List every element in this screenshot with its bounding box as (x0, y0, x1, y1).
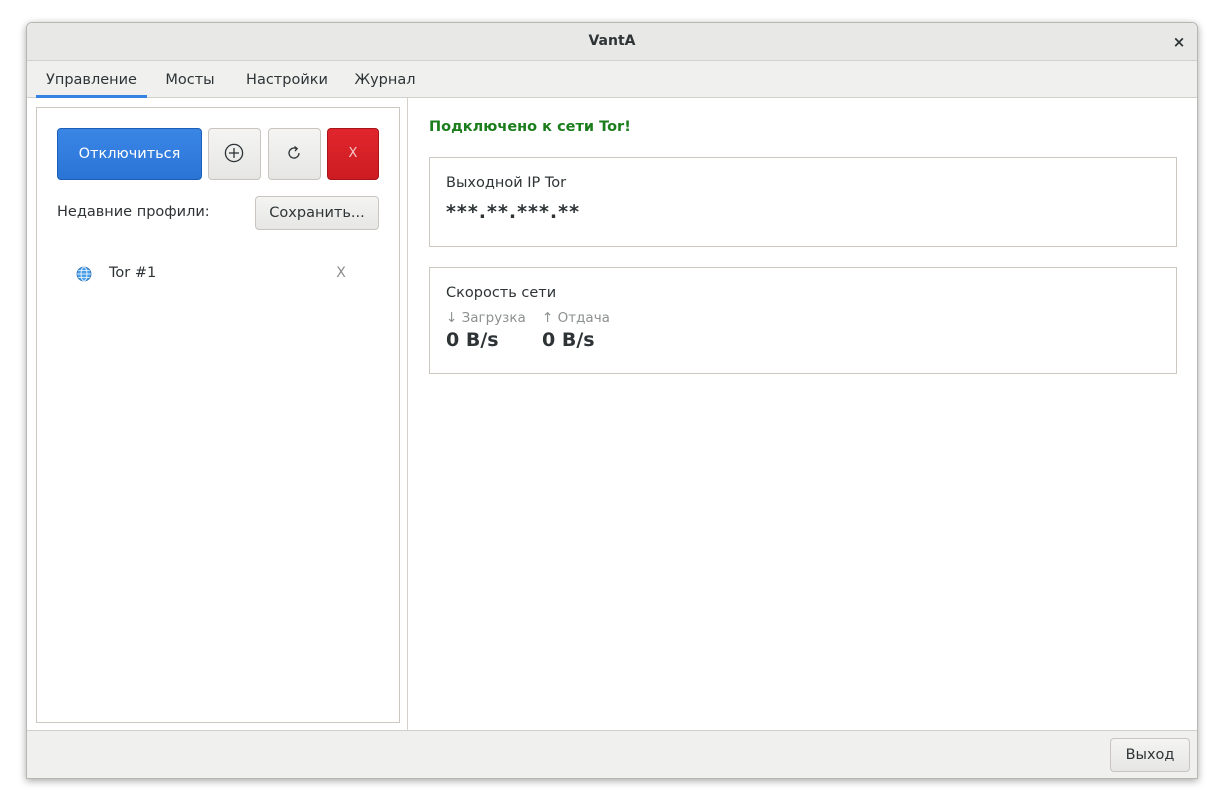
network-speed-title: Скорость сети (446, 285, 557, 301)
refresh-icon (288, 145, 300, 159)
globe-icon (76, 266, 92, 282)
tab-bar: Управление Мосты Настройки Журнал (27, 61, 1197, 98)
remove-profile-button[interactable]: X (334, 256, 348, 290)
tab-control[interactable]: Управление (36, 61, 147, 98)
recent-profiles-label: Недавние профили: (57, 204, 210, 220)
plus-circle-icon (224, 143, 244, 163)
tab-bridges[interactable]: Мосты (157, 61, 223, 97)
download-block: ↓ Загрузка 0 B/s (446, 310, 526, 351)
network-speed-card: Скорость сети ↓ Загрузка 0 B/s ↑ Отдача … (429, 267, 1177, 374)
tab-settings[interactable]: Настройки (237, 61, 337, 97)
app-window: VantA × Управление Мосты Настройки Журна… (26, 22, 1198, 779)
footer-bar: Выход (27, 730, 1197, 778)
connection-status: Подключено к сети Tor! (429, 119, 631, 135)
download-label: ↓ Загрузка (446, 310, 526, 326)
download-value: 0 B/s (446, 329, 499, 351)
upload-block: ↑ Отдача 0 B/s (542, 310, 610, 351)
stop-button[interactable]: X (327, 128, 379, 180)
exit-button[interactable]: Выход (1110, 738, 1190, 772)
profile-item[interactable]: Tor #1 X (57, 256, 377, 290)
tab-log[interactable]: Журнал (349, 61, 421, 97)
exit-ip-value: ***.**.***.** (446, 201, 581, 223)
exit-ip-card: Выходной IP Tor ***.**.***.** (429, 157, 1177, 247)
disconnect-button[interactable]: Отключиться (57, 128, 202, 180)
refresh-button[interactable] (268, 128, 321, 180)
save-profile-button[interactable]: Сохранить... (255, 196, 379, 230)
profile-name: Tor #1 (109, 265, 157, 281)
titlebar: VantA × (27, 23, 1197, 61)
pane-divider[interactable] (407, 98, 408, 730)
upload-value: 0 B/s (542, 329, 595, 351)
upload-label: ↑ Отдача (542, 310, 610, 326)
exit-ip-title: Выходной IP Tor (446, 175, 567, 191)
window-title: VantA (588, 33, 636, 49)
close-window-button[interactable]: × (1167, 30, 1191, 54)
control-panel: Отключиться X Недавние профили: Сохранит… (36, 107, 400, 723)
add-profile-button[interactable] (208, 128, 261, 180)
